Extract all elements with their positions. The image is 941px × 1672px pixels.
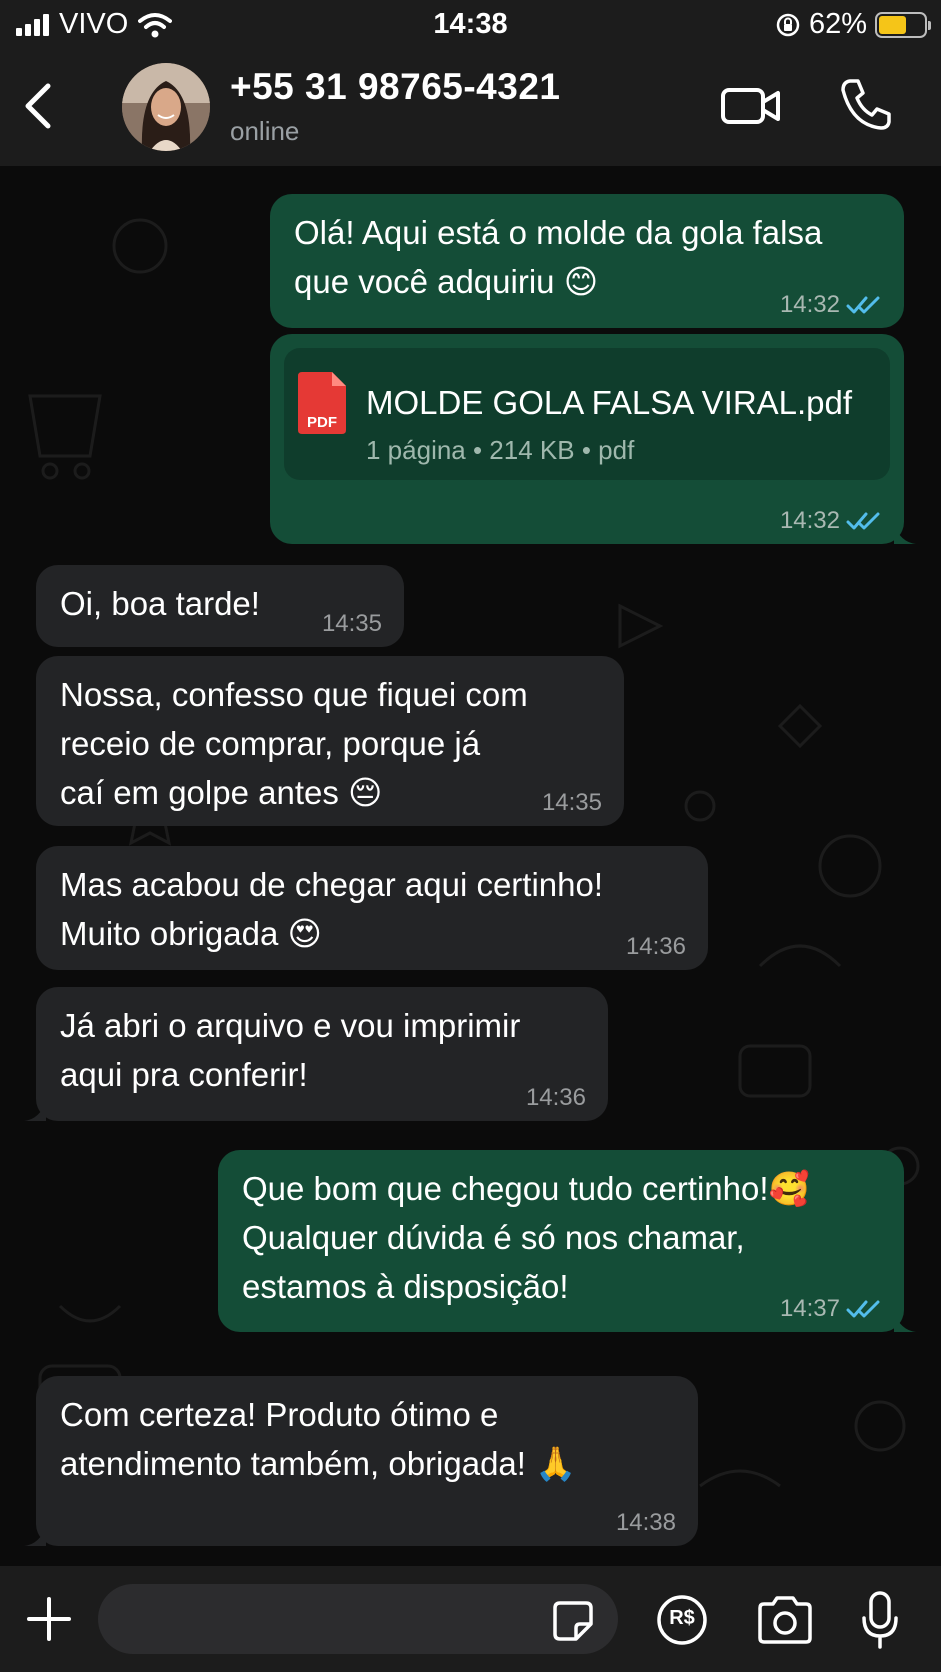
- read-ticks-icon: [846, 512, 880, 530]
- message-meta: 14:32: [780, 508, 882, 534]
- message-time: 14:36: [625, 933, 686, 960]
- contact-name[interactable]: +55 31 98765-4321: [230, 66, 561, 108]
- message-time: 14:37: [779, 1295, 840, 1322]
- message-meta: 14:32: [780, 292, 882, 318]
- message-meta: 14:36: [526, 1085, 586, 1111]
- payment-label: R$: [669, 1607, 695, 1629]
- message-bubble-outgoing-file[interactable]: PDF MOLDE GOLA FALSA VIRAL.pdf 1 página …: [270, 334, 916, 544]
- bubble-tail: [894, 1312, 916, 1332]
- plus-icon[interactable]: [26, 1596, 72, 1642]
- status-right: 62%: [775, 8, 931, 41]
- message-text: Mas acabou de chegar aqui certinho! Muit…: [60, 866, 604, 952]
- contact-status: online: [230, 116, 300, 146]
- chat-header: +55 31 98765-4321 online: [0, 50, 941, 166]
- message-meta: 14:37: [780, 1296, 882, 1322]
- read-ticks-icon: [846, 1300, 880, 1318]
- pdf-badge: PDF: [307, 414, 337, 431]
- composer-bar: R$: [0, 1566, 941, 1672]
- bubble-tail: [894, 524, 916, 544]
- message-bubble-outgoing[interactable]: Que bom que chegou tudo certinho!🥰 Qualq…: [218, 1150, 916, 1332]
- payment-button[interactable]: R$: [656, 1594, 708, 1646]
- back-chevron-icon[interactable]: [18, 78, 58, 134]
- message-meta: 14:38: [616, 1510, 676, 1536]
- phone-call-icon[interactable]: [838, 76, 892, 132]
- chat-area[interactable]: Olá! Aqui está o molde da gola falsa que…: [0, 166, 941, 1566]
- message-time: 14:38: [615, 1509, 676, 1536]
- message-bubble-incoming[interactable]: Com certeza! Produto ótimo e atendimento…: [24, 1376, 698, 1546]
- read-ticks-icon: [846, 296, 880, 314]
- microphone-icon[interactable]: [860, 1590, 900, 1650]
- message-text: Nossa, confesso que fiquei com receio de…: [60, 676, 528, 811]
- message-meta: 14:36: [626, 934, 686, 960]
- bubble-tail: [24, 1526, 46, 1546]
- message-bubble-incoming[interactable]: Já abri o arquivo e vou imprimir aqui pr…: [24, 987, 608, 1121]
- pdf-file-name: MOLDE GOLA FALSA VIRAL.pdf: [366, 384, 853, 421]
- battery-icon: [875, 11, 931, 38]
- pdf-attachment-card[interactable]: PDF MOLDE GOLA FALSA VIRAL.pdf 1 página …: [284, 348, 890, 480]
- message-meta: 14:35: [322, 611, 382, 637]
- message-input[interactable]: [98, 1584, 618, 1654]
- message-time: 14:35: [541, 789, 602, 816]
- message-bubble-incoming[interactable]: Nossa, confesso que fiquei com receio de…: [36, 656, 624, 826]
- message-text: Com certeza! Produto ótimo e atendimento…: [60, 1396, 577, 1482]
- message-text: Já abri o arquivo e vou imprimir aqui pr…: [60, 1007, 521, 1093]
- camera-icon[interactable]: [756, 1596, 814, 1644]
- status-bar: VIVO 14:38 62%: [0, 0, 941, 50]
- message-bubble-outgoing[interactable]: Olá! Aqui está o molde da gola falsa que…: [270, 194, 904, 328]
- message-time: 14:36: [525, 1084, 586, 1111]
- message-text: Que bom que chegou tudo certinho!🥰 Qualq…: [242, 1170, 810, 1305]
- battery-percent: 62%: [808, 8, 867, 40]
- avatar[interactable]: [122, 63, 210, 151]
- rotation-lock-icon: [776, 13, 800, 36]
- message-time: 14:35: [321, 610, 382, 637]
- sticker-icon[interactable]: [552, 1600, 594, 1642]
- video-call-icon[interactable]: [720, 80, 782, 132]
- message-meta: 14:35: [542, 790, 602, 816]
- avatar-photo-icon: [122, 63, 210, 151]
- message-bubble-incoming[interactable]: Oi, boa tarde! 14:35: [36, 565, 404, 647]
- pdf-file-info: 1 página • 214 KB • pdf: [366, 435, 635, 465]
- message-time: 14:32: [779, 507, 840, 534]
- bubble-tail: [24, 1101, 46, 1121]
- message-time: 14:32: [779, 291, 840, 318]
- message-bubble-incoming[interactable]: Mas acabou de chegar aqui certinho! Muit…: [36, 846, 708, 970]
